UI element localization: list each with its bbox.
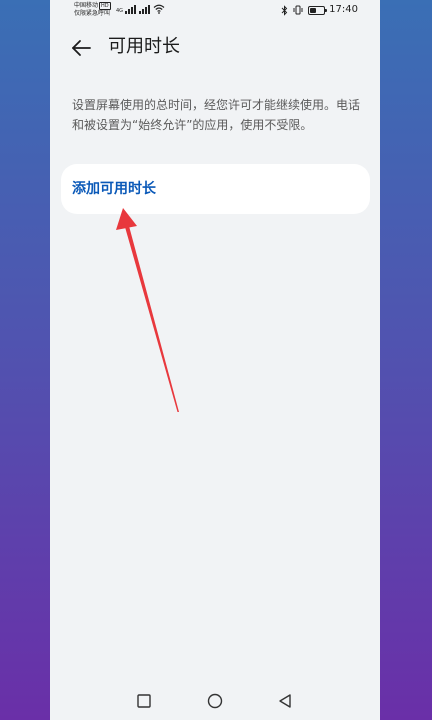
emergency-only-text: 仅限紧急呼叫 [74,10,111,17]
battery-icon [308,5,328,15]
status-time: 17:40 [329,4,358,15]
add-time-limit-button[interactable]: 添加可用时长 [61,164,370,214]
carrier-info: 中国移动 HD 仅限紧急呼叫 [74,2,111,18]
navigation-bar [50,686,380,716]
wifi-icon [153,4,165,14]
triangle-back-icon [279,694,291,708]
back-arrow-icon[interactable] [70,37,92,59]
recent-apps-button[interactable] [136,693,152,709]
vibrate-icon [293,5,303,15]
page-title: 可用时长 [108,36,180,57]
carrier-name: 中国移动 [74,2,99,9]
signal-icon [125,5,137,14]
bluetooth-icon [281,4,288,16]
signal-group: 4G [116,4,165,14]
square-icon [137,694,151,708]
status-right: 17:40 [281,4,358,16]
phone-screen: 中国移动 HD 仅限紧急呼叫 4G 17:40 可用时长 设置屏幕使用的总时间，… [50,0,380,720]
signal-icon-2 [139,5,151,14]
nav-back-button[interactable] [277,693,293,709]
hd-badge: HD [99,2,111,10]
add-time-limit-label: 添加可用时长 [72,181,156,197]
circle-icon [207,693,223,709]
home-button[interactable] [207,693,223,709]
description-text: 设置屏幕使用的总时间，经您许可才能继续使用。电话和被设置为“始终允许”的应用，使… [72,98,361,132]
network-type: 4G [116,8,124,14]
status-bar: 中国移动 HD 仅限紧急呼叫 4G 17:40 [50,0,380,24]
